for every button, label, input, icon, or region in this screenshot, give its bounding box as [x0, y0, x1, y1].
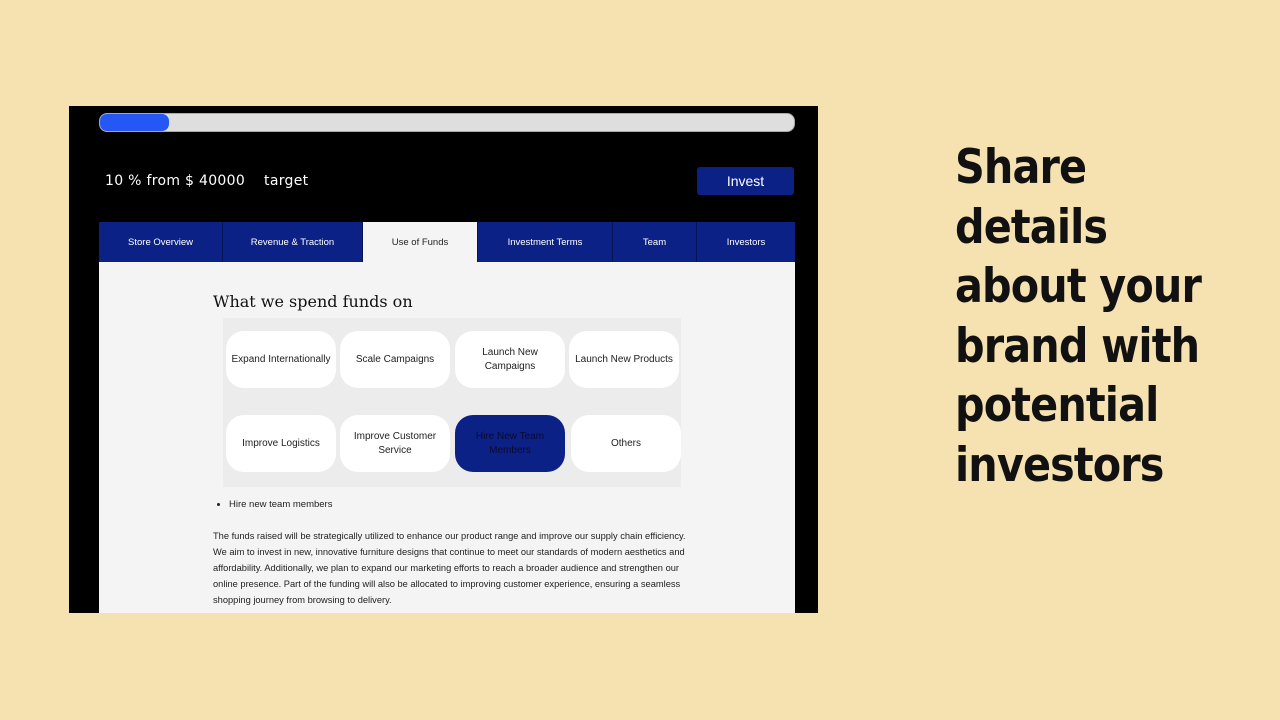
option-hire-new-team-members[interactable]: Hire New Team Members: [455, 415, 565, 472]
use-of-funds-content: What we spend funds on Expand Internatio…: [99, 262, 795, 613]
option-improve-customer-service[interactable]: Improve Customer Service: [340, 415, 450, 472]
option-improve-logistics[interactable]: Improve Logistics: [226, 415, 336, 472]
option-scale-campaigns[interactable]: Scale Campaigns: [340, 331, 450, 388]
option-launch-new-campaigns[interactable]: Launch New Campaigns: [455, 331, 565, 388]
funds-options-grid: Expand Internationally Scale Campaigns L…: [223, 318, 681, 487]
section-title: What we spend funds on: [213, 292, 413, 311]
tab-investment-terms[interactable]: Investment Terms: [478, 222, 613, 262]
option-expand-internationally[interactable]: Expand Internationally: [226, 331, 336, 388]
tab-investors[interactable]: Investors: [697, 222, 795, 262]
funding-progress-bar: [99, 113, 795, 132]
option-launch-new-products[interactable]: Launch New Products: [569, 331, 679, 388]
option-others[interactable]: Others: [571, 415, 681, 472]
tab-revenue-traction[interactable]: Revenue & Traction: [223, 222, 363, 262]
selected-options-list: Hire new team members: [219, 499, 332, 510]
marketing-headline: Share details about your brand with pote…: [955, 140, 1202, 493]
tab-team[interactable]: Team: [613, 222, 697, 262]
funding-panel: 10 % from $ 40000 target Invest Store Ov…: [69, 106, 818, 613]
funds-description: The funds raised will be strategically u…: [213, 531, 686, 605]
invest-button[interactable]: Invest: [697, 167, 794, 195]
selected-option-item: Hire new team members: [229, 499, 332, 510]
tab-bar: Store Overview Revenue & Traction Use of…: [99, 222, 795, 262]
tab-store-overview[interactable]: Store Overview: [99, 222, 223, 262]
tab-use-of-funds[interactable]: Use of Funds: [363, 222, 478, 262]
progress-fill: [100, 114, 170, 131]
funding-target-text: 10 % from $ 40000 target: [105, 173, 309, 189]
